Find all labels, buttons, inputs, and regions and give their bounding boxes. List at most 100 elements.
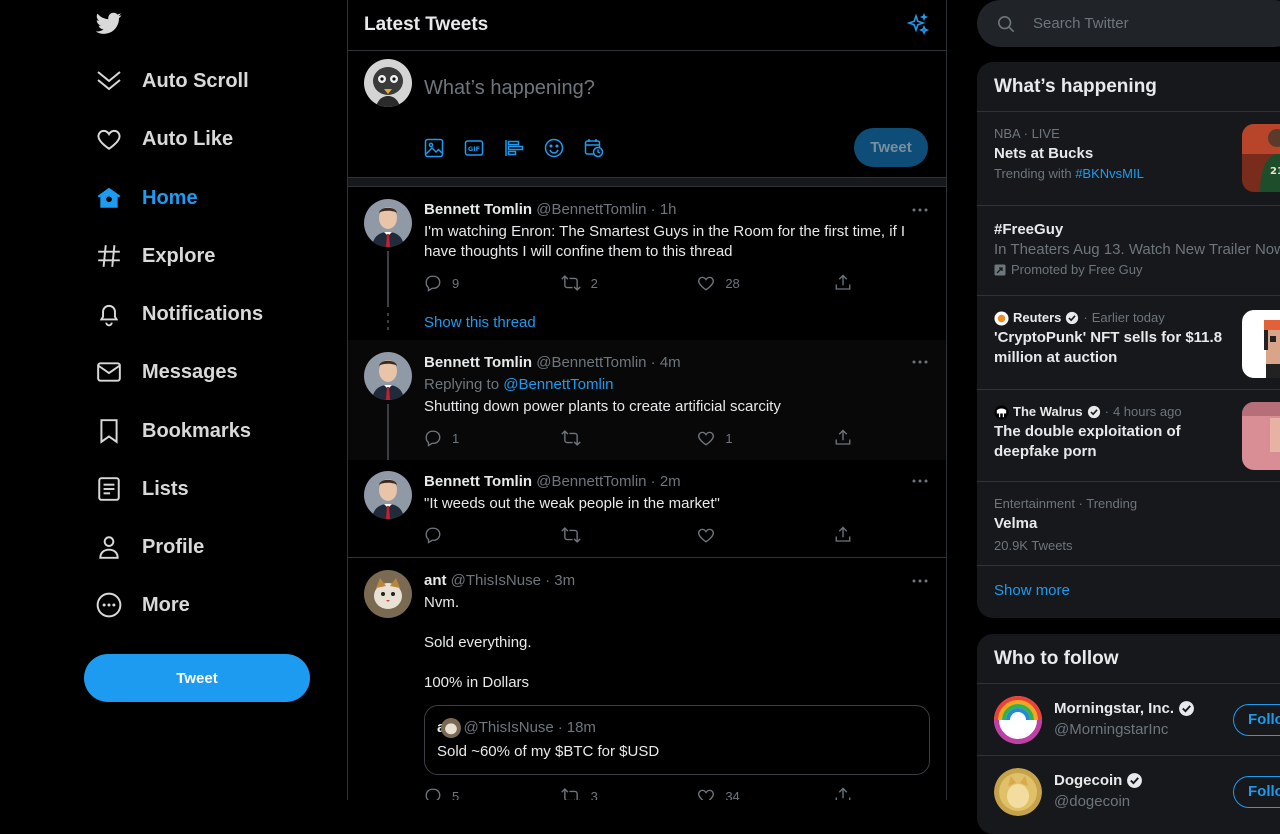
trend-item[interactable]: Reuters · Earlier today 'CryptoPunk' NFT… (977, 296, 1280, 390)
retweet-icon (560, 526, 581, 544)
author-handle[interactable]: @BennettTomlin (536, 473, 646, 490)
author-name[interactable]: Bennett Tomlin (424, 354, 532, 371)
nav-label: Auto Scroll (142, 69, 249, 92)
account-name[interactable]: Dogecoin (1054, 772, 1122, 789)
avatar[interactable] (364, 471, 412, 519)
schedule-icon[interactable] (584, 137, 624, 159)
tweet-item[interactable]: Bennett Tomlin @BennettTomlin · 1h I'm w… (348, 187, 946, 340)
nav-notifications[interactable]: Notifications (96, 294, 263, 334)
compose-tweet-button[interactable]: Tweet (854, 128, 928, 167)
follow-button[interactable]: Follow (1233, 704, 1280, 736)
search-bar[interactable] (977, 0, 1280, 47)
avatar[interactable] (364, 59, 412, 107)
retweet-button[interactable] (560, 526, 651, 544)
more-options-icon[interactable] (910, 355, 930, 369)
retweet-icon (560, 274, 581, 292)
nav-messages[interactable]: Messages (96, 352, 238, 392)
show-more-link[interactable]: Show more (977, 566, 1280, 615)
reply-button[interactable]: 9 (424, 274, 514, 292)
author-handle[interactable]: @BennettTomlin (536, 201, 646, 218)
trend-meta: NBA · LIVE (994, 126, 1060, 141)
nav-auto-like[interactable]: Auto Like (96, 119, 233, 159)
gif-icon[interactable]: GIF (464, 137, 504, 159)
trend-item[interactable]: #FreeGuy In Theaters Aug 13. Watch New T… (977, 206, 1280, 296)
avatar[interactable] (364, 352, 412, 400)
trend-headline: Nets at Bucks (994, 145, 1094, 162)
sparkle-icon[interactable] (906, 13, 930, 37)
reply-button[interactable]: 1 (424, 429, 514, 447)
author-handle[interactable]: @ThisIsNuse (451, 572, 541, 589)
tweet-item[interactable]: Bennett Tomlin @BennettTomlin · 2m "It w… (348, 460, 946, 558)
tweet-item[interactable]: Bennett Tomlin @BennettTomlin · 4m Reply… (348, 340, 946, 460)
trend-item[interactable]: The Walrus · 4 hours ago The double expl… (977, 390, 1280, 482)
nav-explore[interactable]: Explore (96, 236, 215, 276)
trend-item[interactable]: NBA · LIVE Nets at Bucks Trending with #… (977, 112, 1280, 206)
share-button[interactable] (834, 429, 854, 447)
share-button[interactable] (834, 274, 854, 292)
like-count: 34 (725, 788, 740, 801)
emoji-icon[interactable] (544, 137, 584, 159)
nav-more[interactable]: More (96, 585, 190, 625)
sidebar-tweet-button[interactable]: Tweet (84, 654, 310, 702)
nav-auto-scroll[interactable]: Auto Scroll (96, 61, 249, 101)
more-options-icon[interactable] (910, 474, 930, 488)
right-sidebar: What’s happening NBA · LIVE Nets at Buck… (977, 0, 1280, 834)
nav-bookmarks[interactable]: Bookmarks (96, 411, 251, 451)
tweet-header: Bennett Tomlin @BennettTomlin · 4m (424, 353, 930, 373)
author-name[interactable]: Bennett Tomlin (424, 201, 532, 218)
twitter-logo-icon[interactable] (94, 10, 124, 36)
nav-profile[interactable]: Profile (96, 527, 204, 567)
avatar[interactable] (994, 696, 1042, 744)
tweet-time[interactable]: 4m (660, 354, 681, 371)
chevrons-down-icon (96, 68, 122, 94)
like-button[interactable]: 1 (697, 429, 787, 447)
nav-lists[interactable]: Lists (96, 469, 189, 509)
retweet-button[interactable]: 3 (560, 787, 651, 800)
share-button[interactable] (834, 787, 854, 800)
follow-suggestion[interactable]: Dogecoin @dogecoin Follow (977, 756, 1280, 828)
quoted-tweet[interactable]: ant @ThisIsNuse · 18m Sold ~60% of my $B… (424, 705, 930, 775)
poll-icon[interactable] (504, 137, 544, 159)
replying-to-link[interactable]: @BennettTomlin (503, 376, 613, 393)
follow-button[interactable]: Follow (1233, 776, 1280, 808)
retweet-button[interactable]: 2 (560, 274, 651, 292)
search-input[interactable] (1033, 15, 1273, 32)
avatar[interactable] (364, 570, 412, 618)
tweet-time[interactable]: 1h (660, 201, 677, 218)
tweet-time[interactable]: 3m (554, 572, 575, 589)
reply-button[interactable] (424, 526, 514, 544)
account-name[interactable]: Morningstar, Inc. (1054, 700, 1174, 717)
more-options-icon[interactable] (910, 203, 930, 217)
reply-button[interactable]: 5 (424, 787, 514, 800)
trend-hashtag-link[interactable]: #BKNvsMIL (1075, 166, 1144, 181)
tweet-header: Bennett Tomlin @BennettTomlin · 2m (424, 472, 930, 492)
tweet-time[interactable]: 2m (660, 473, 681, 490)
trend-headline: The double exploitation of deepfake porn (994, 423, 1181, 460)
avatar[interactable] (364, 199, 412, 247)
nav-label: Explore (142, 244, 216, 267)
like-button[interactable] (697, 526, 787, 544)
trend-item[interactable]: Entertainment · Trending Velma 20.9K Twe… (977, 482, 1280, 566)
image-icon[interactable] (424, 137, 464, 159)
share-button[interactable] (834, 526, 854, 544)
more-options-icon[interactable] (910, 574, 930, 588)
tweet-text-line: Sold everything. (424, 634, 532, 651)
retweet-button[interactable] (560, 429, 651, 447)
show-thread-link[interactable]: Show this thread (424, 314, 536, 331)
author-name[interactable]: ant (424, 572, 447, 589)
reply-icon (424, 429, 442, 447)
follow-suggestion[interactable]: Morningstar, Inc. @MorningstarInc Follow (977, 684, 1280, 756)
like-button[interactable]: 34 (697, 787, 787, 800)
nav-home[interactable]: Home (96, 178, 198, 218)
verified-icon (1178, 700, 1195, 717)
author-name[interactable]: Bennett Tomlin (424, 473, 532, 490)
trend-sub: Trending with #BKNvsMIL (994, 164, 1280, 184)
tweet-item[interactable]: ant @ThisIsNuse · 3m Nvm. Sold everythin… (348, 558, 946, 800)
like-button[interactable]: 28 (697, 274, 787, 292)
avatar[interactable] (994, 768, 1042, 816)
compose-input[interactable] (424, 77, 904, 100)
author-handle[interactable]: @BennettTomlin (536, 354, 646, 371)
tweet-body: Bennett Tomlin @BennettTomlin · 1h I'm w… (424, 200, 930, 262)
separator: · (650, 201, 656, 218)
retweet-count: 2 (590, 275, 598, 291)
